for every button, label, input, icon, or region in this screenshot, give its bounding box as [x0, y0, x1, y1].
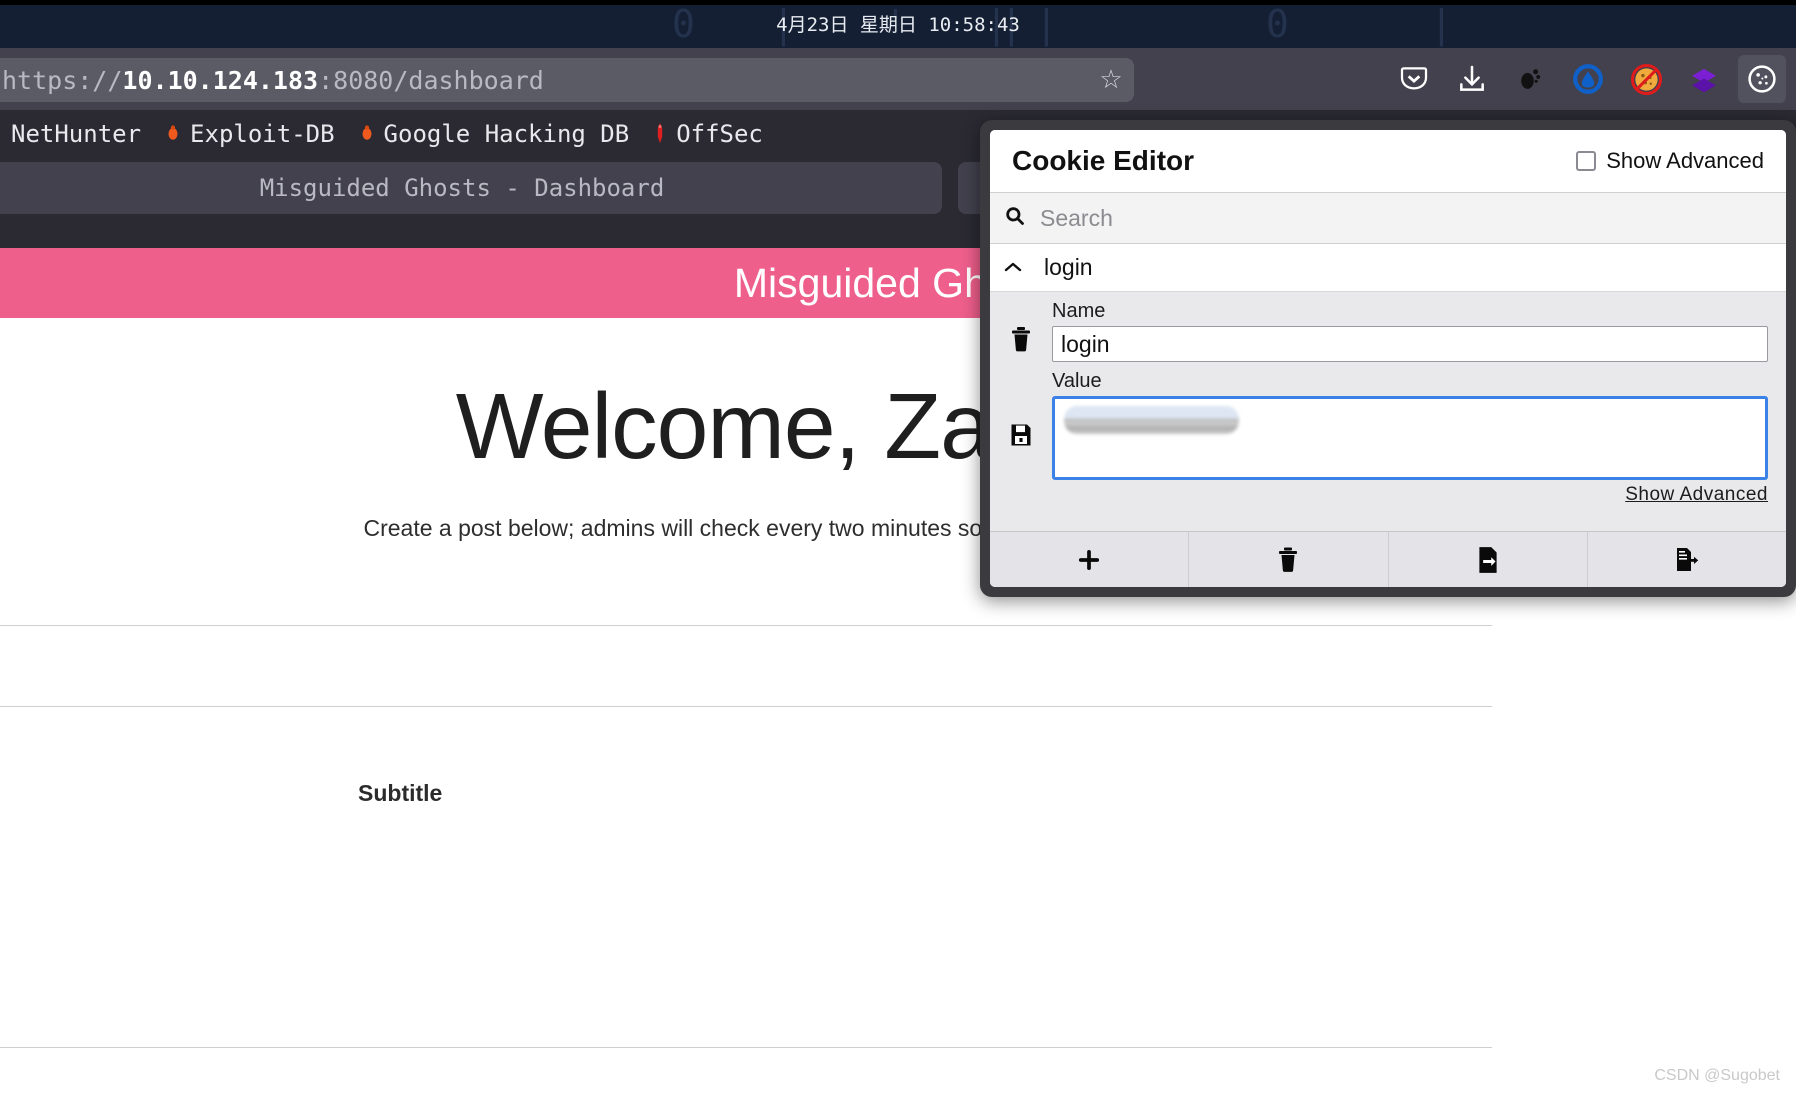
- search-input[interactable]: Search: [1040, 205, 1113, 232]
- delete-all-cookies-button[interactable]: [1189, 532, 1389, 587]
- subtitle-field-label: Subtitle: [358, 780, 443, 806]
- divider-2: [0, 706, 1492, 707]
- cookie-editor-popup: Cookie Editor Show Advanced Search login…: [980, 120, 1796, 597]
- cookie-search-row[interactable]: Search: [990, 192, 1786, 244]
- download-icon[interactable]: [1448, 55, 1496, 103]
- bookmark-offsec[interactable]: OffSec: [640, 115, 774, 153]
- bookmark-google-hacking-db[interactable]: Google Hacking DB: [346, 115, 641, 153]
- cookie-fields: Name login Value xxxxxxxxxxxxxxn Show Ad…: [1052, 300, 1786, 531]
- import-cookies-button[interactable]: [1389, 532, 1588, 587]
- cookie-editor-extension-icon[interactable]: [1738, 55, 1786, 103]
- screen: 0 | ' | | | 0 | 4月23日 星期日 10:58:43 https…: [0, 0, 1796, 1095]
- panel-bg-glyph: 0: [1266, 2, 1289, 46]
- cookie-editor-header: Cookie Editor Show Advanced: [990, 130, 1786, 192]
- export-cookies-button[interactable]: [1588, 532, 1786, 587]
- show-advanced-label: Show Advanced: [1606, 148, 1764, 173]
- browser-navbar: https://10.10.124.183:8080/dashboard ☆: [0, 48, 1796, 110]
- cookie-value-textarea[interactable]: xxxxxxxxxxxxxxn: [1052, 396, 1768, 480]
- no-cookie-extension-icon[interactable]: [1622, 55, 1670, 103]
- redaction-blur-overlay: [1064, 406, 1239, 434]
- url-host: 10.10.124.183: [122, 65, 319, 95]
- watermark: CSDN @Sugobet: [1654, 1067, 1780, 1084]
- bookmark-nethunter[interactable]: NetHunter: [0, 115, 152, 153]
- cookie-entry-side-actions: [990, 300, 1052, 531]
- show-advanced-toggle[interactable]: Show Advanced: [1576, 148, 1764, 174]
- search-icon: [1004, 205, 1026, 232]
- url-prefix: https://: [2, 65, 123, 95]
- tab-title: Misguided Ghosts - Dashboard: [259, 174, 665, 202]
- cookie-name-input[interactable]: login: [1052, 326, 1768, 362]
- url-suffix: :8080/dashboard: [318, 65, 544, 95]
- cookie-editor-action-bar: [990, 531, 1786, 587]
- cookie-entry-detail: Name login Value xxxxxxxxxxxxxxn Show Ad…: [990, 292, 1786, 531]
- desktop-top-panel: 0 | ' | | | 0 | 4月23日 星期日 10:58:43: [0, 0, 1796, 48]
- bookmark-star-icon[interactable]: ☆: [1088, 65, 1134, 95]
- panel-bg-glyph: |: [1430, 2, 1453, 46]
- show-advanced-checkbox[interactable]: [1576, 151, 1597, 171]
- url-text[interactable]: https://10.10.124.183:8080/dashboard: [0, 66, 1088, 95]
- blue-circle-extension-icon[interactable]: [1564, 55, 1612, 103]
- panel-bg-glyph: 0: [672, 2, 695, 46]
- bug-icon: [357, 123, 377, 146]
- bookmark-label: OffSec: [676, 120, 763, 148]
- bookmark-label: Google Hacking DB: [383, 120, 630, 148]
- browser-toolbar-icons: [1390, 55, 1786, 103]
- cookie-entry-name: login: [1044, 254, 1093, 280]
- show-advanced-link[interactable]: Show Advanced: [1052, 484, 1768, 506]
- panel-bg-glyph: |: [1035, 2, 1058, 46]
- tab-misguided-ghosts-dashboard[interactable]: Misguided Ghosts - Dashboard: [0, 162, 942, 214]
- add-cookie-button[interactable]: [990, 532, 1190, 587]
- bug-icon: [163, 123, 183, 146]
- bookmark-exploit-db[interactable]: Exploit-DB: [152, 115, 346, 153]
- bookmark-label: NetHunter: [11, 120, 142, 148]
- pocket-icon[interactable]: [1390, 55, 1438, 103]
- panel-clock[interactable]: 4月23日 星期日 10:58:43: [776, 10, 1020, 37]
- name-field-label: Name: [1052, 300, 1106, 322]
- offsec-dragon-icon: [651, 122, 669, 147]
- gnome-foot-icon[interactable]: [1506, 55, 1554, 103]
- cookie-entry-header[interactable]: login: [990, 244, 1786, 292]
- purple-layers-extension-icon[interactable]: [1680, 55, 1728, 103]
- divider-3: [0, 1047, 1492, 1048]
- save-cookie-icon[interactable]: [1009, 422, 1033, 452]
- url-bar[interactable]: https://10.10.124.183:8080/dashboard ☆: [0, 58, 1134, 102]
- cookie-editor-title: Cookie Editor: [1012, 145, 1195, 176]
- divider-1: [0, 625, 1492, 626]
- bookmark-label: Exploit-DB: [190, 120, 335, 148]
- chevron-up-icon[interactable]: [1004, 259, 1022, 277]
- delete-cookie-icon[interactable]: [1009, 326, 1033, 356]
- cookie-editor-body: Cookie Editor Show Advanced Search login…: [990, 130, 1786, 587]
- value-field-label: Value: [1052, 370, 1102, 392]
